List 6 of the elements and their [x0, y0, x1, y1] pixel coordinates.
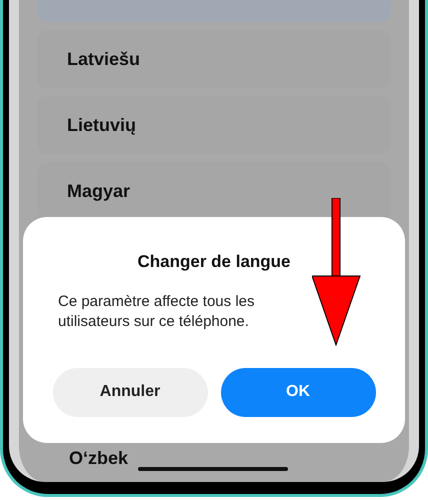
dialog-title: Changer de langue — [137, 251, 291, 273]
cancel-button[interactable]: Annuler — [52, 368, 208, 416]
down-arrow-icon — [312, 198, 361, 346]
ok-button[interactable]: OK — [220, 368, 376, 416]
language-item[interactable]: O‘zbek — [69, 448, 128, 468]
dialog-message: Ce paramètre affecte tous les utilisateurs sur ce téléphone. — [58, 292, 256, 332]
